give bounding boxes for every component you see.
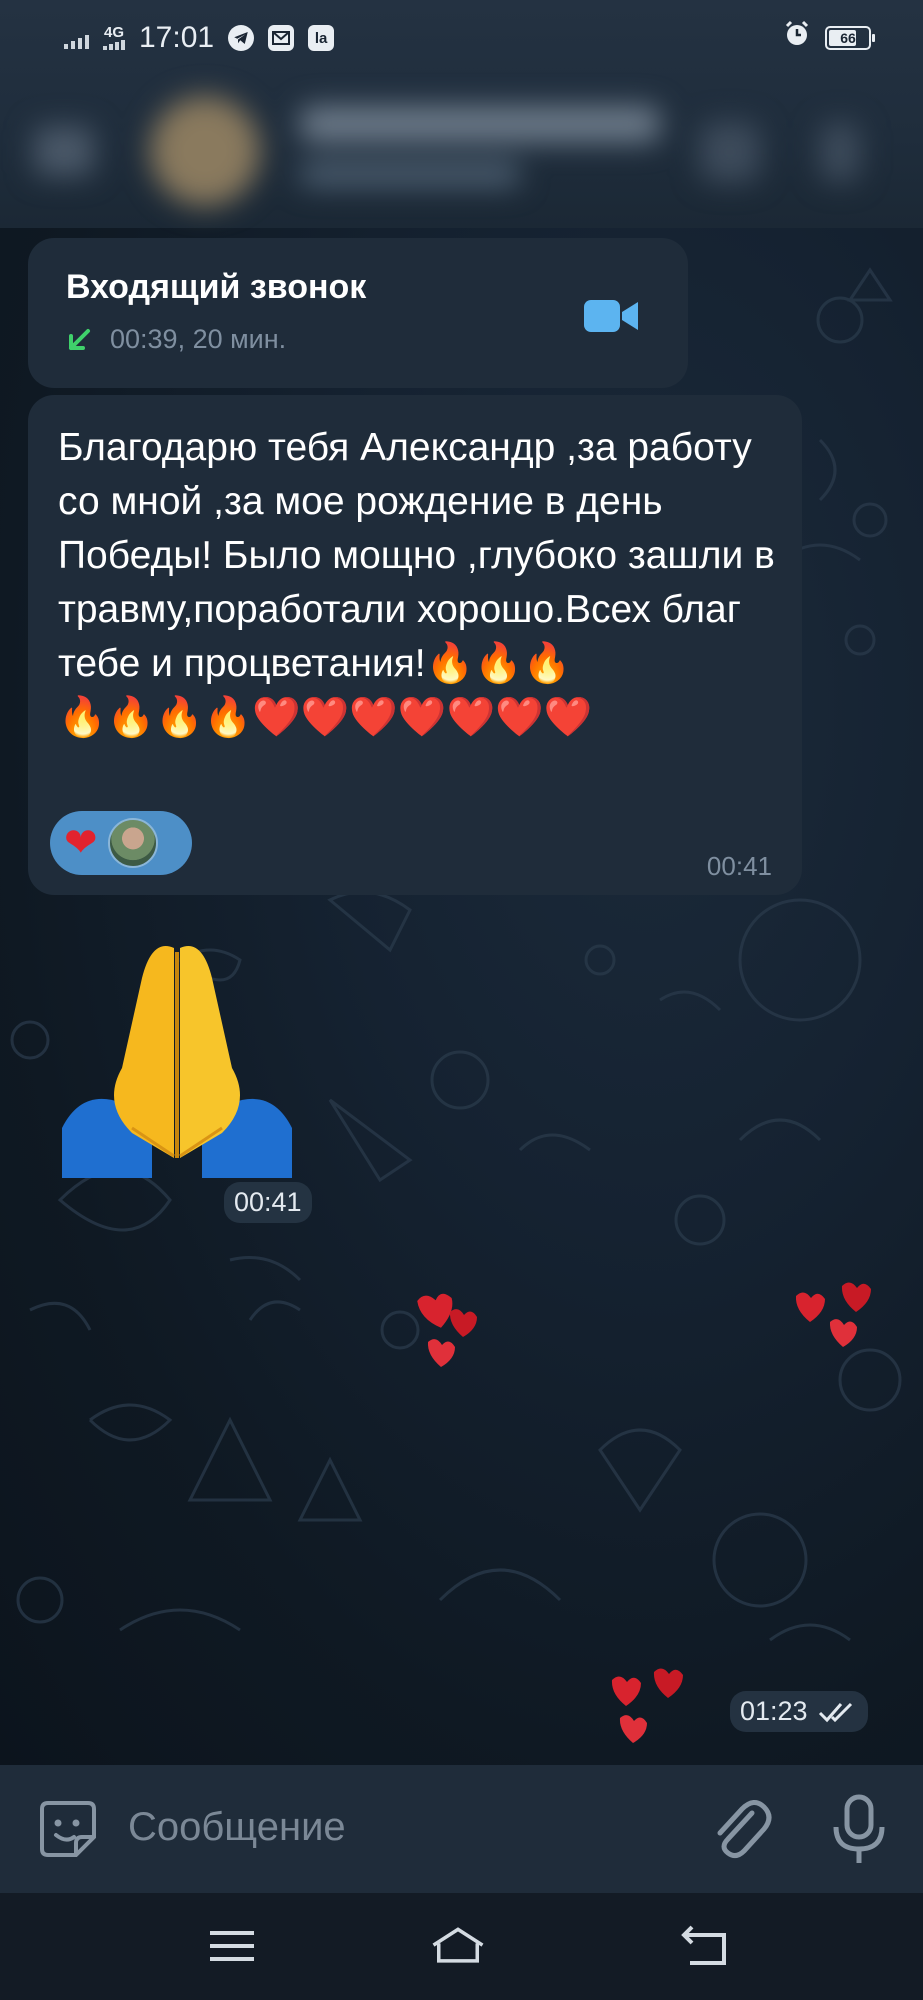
clock: 17:01 [139,21,215,54]
blurred-contact-info [0,76,923,228]
floating-hearts [417,1293,477,1367]
call-message-bubble[interactable]: Входящий звонок 00:39, 20 мин. [28,238,688,388]
last-message-time: 01:23 [730,1691,868,1732]
battery-icon: 66 [825,26,875,50]
double-check-icon [818,1702,852,1722]
reactor-avatar [107,818,158,868]
more-icon[interactable] [820,122,860,182]
message-input-bar: Сообщение [0,1765,923,1893]
call-title: Входящий звонок [66,268,367,306]
call-duration: 00:39, 20 мин. [110,324,287,354]
signal-icon [64,27,89,49]
video-camera-icon[interactable] [584,298,638,334]
back-icon[interactable] [676,1923,732,1969]
floating-hearts [611,1668,683,1743]
contact-name[interactable] [300,106,660,142]
system-navigation-bar [0,1893,923,2000]
telegram-icon [228,25,255,51]
emoji-time: 00:41 [224,1182,312,1223]
message-input[interactable]: Сообщение [128,1805,346,1850]
mail-icon [268,25,295,51]
home-icon[interactable] [430,1923,486,1969]
la-icon: la [308,25,335,51]
message-time: 00:41 [706,851,772,881]
last-time-label: 01:23 [740,1696,808,1726]
message-text: Благодарю тебя Александр ,за работу со м… [58,426,775,739]
attach-icon[interactable] [708,1795,772,1863]
reaction-chip[interactable]: ❤ [50,811,192,875]
incoming-arrow-icon [69,328,90,350]
call-meta: 00:39, 20 мин. [66,324,286,355]
sticker-icon[interactable] [36,1797,100,1861]
contact-avatar[interactable] [150,96,260,206]
menu-icon[interactable] [204,1923,260,1969]
status-bar: 4G 17:01 la 66 [0,0,923,76]
alarm-icon [783,20,811,56]
floating-hearts [795,1282,871,1347]
folded-hands-emoji[interactable] [52,928,302,1178]
contact-status [300,162,520,186]
network-type: 4G [103,25,125,50]
back-arrow-icon[interactable] [34,126,94,176]
text-message-bubble[interactable]: Благодарю тебя Александр ,за работу со м… [28,395,802,895]
heart-reaction-icon: ❤ [64,821,98,865]
call-icon[interactable] [700,122,760,182]
microphone-icon[interactable] [830,1793,888,1865]
